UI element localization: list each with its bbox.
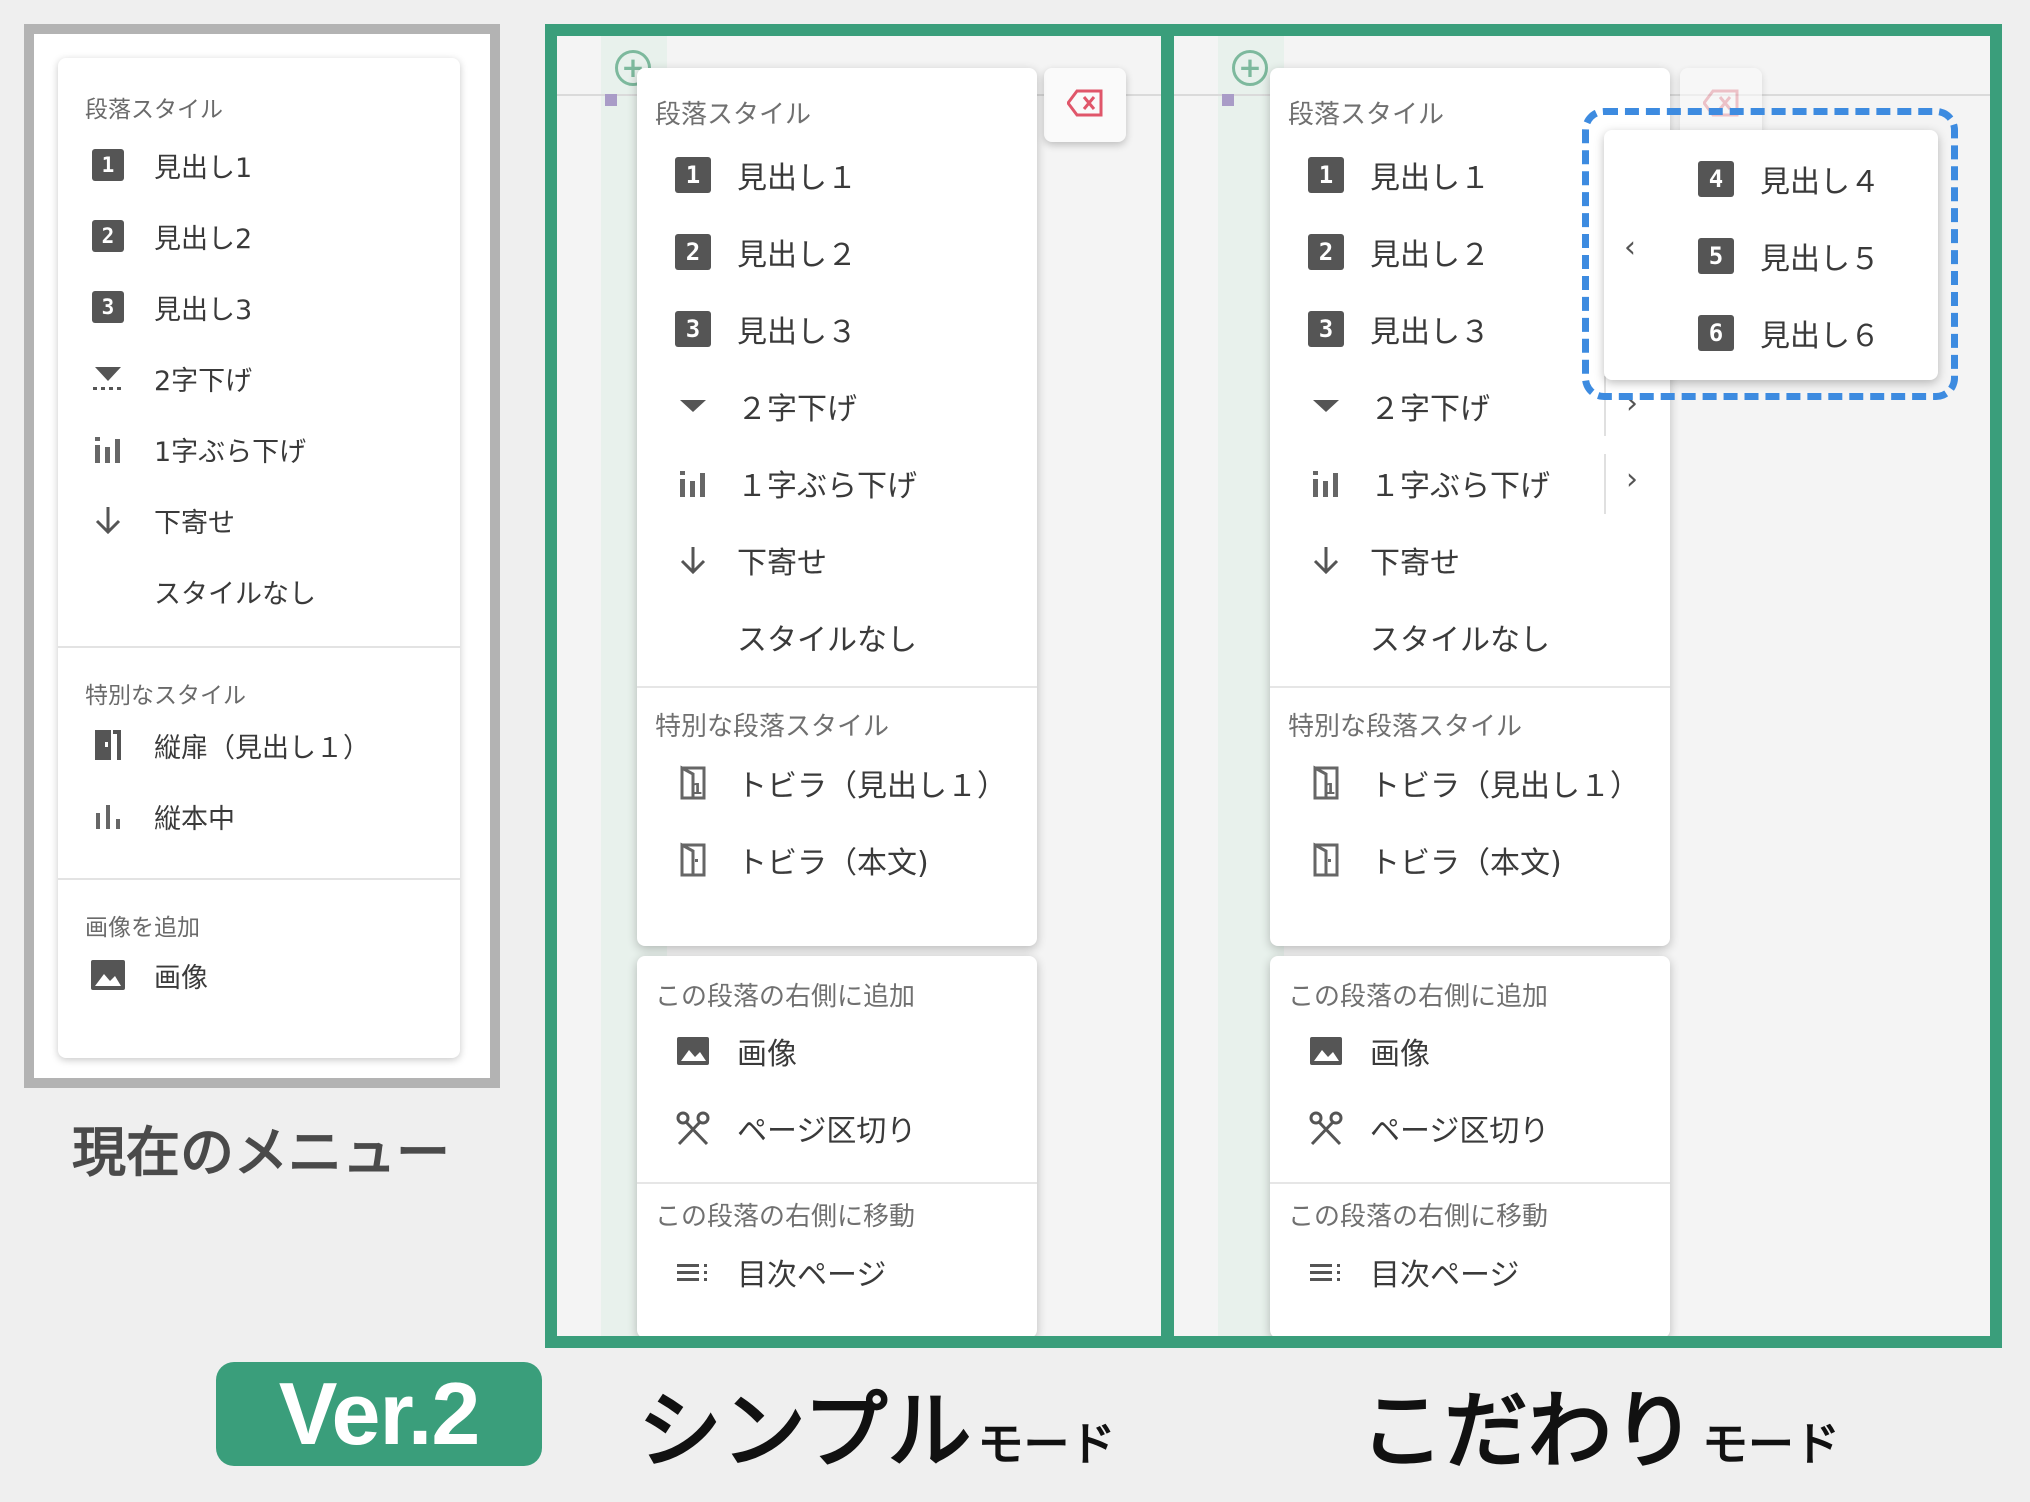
version-badge: Ver.2 (216, 1362, 542, 1466)
menu-item-door-body[interactable]: トビラ（本文) (673, 835, 929, 885)
heading-2-icon: 2 (88, 216, 128, 256)
menu-item-heading-1[interactable]: 1 見出し１ (1306, 150, 1490, 200)
detail-mode-frame: + 段落スタイル 1 見出し１ 2 見出し２ 3 見出し３ ２字下げ › １字ぶ… (1162, 24, 2002, 1348)
svg-text:1: 1 (1325, 780, 1335, 798)
triangle-down-icon (673, 386, 713, 426)
menu-item-vertical-door[interactable]: 縦扉（見出し１） (88, 722, 418, 768)
add-paragraph-icon[interactable]: + (1232, 50, 1268, 86)
arrow-down-icon (673, 540, 713, 580)
menu-item-page-break[interactable]: ページ区切り (673, 1103, 916, 1153)
menu-item-hanging-indent[interactable]: １字ぶら下げ (1306, 458, 1550, 508)
toc-icon (1306, 1252, 1346, 1292)
hanging-indent-icon (1306, 463, 1346, 503)
heading-3-icon: 3 (88, 287, 128, 327)
image-icon (1306, 1031, 1346, 1071)
menu-item-indent-2[interactable]: ２字下げ (673, 381, 857, 431)
menu-item-align-bottom[interactable]: 下寄せ (88, 497, 418, 543)
menu-item-align-bottom[interactable]: 下寄せ (673, 535, 827, 585)
menu-item-indent-2[interactable]: ２字下げ (1306, 381, 1490, 431)
door-heading-icon: 1 (673, 763, 713, 803)
section-heading-paragraph-style: 段落スタイル (85, 97, 223, 123)
divider (637, 686, 1037, 688)
add-move-menu-simple: この段落の右側に追加 画像 ページ区切り この段落の右側に移動 目次ページ (637, 956, 1037, 1336)
toc-icon (673, 1252, 713, 1292)
caption-current-menu: 現在のメニュー (72, 1121, 450, 1184)
heading-1-icon: 1 (673, 155, 713, 195)
scissors-icon (673, 1108, 713, 1148)
divider (1270, 1182, 1670, 1184)
divider (1270, 686, 1670, 688)
menu-item-no-style[interactable]: スタイルなし (1306, 612, 1550, 662)
menu-item-heading-2[interactable]: 2 見出し2 (88, 213, 418, 259)
simple-mode-frame: + 段落スタイル 1 見出し１ 2 見出し２ 3 見出し３ ２字下げ １字ぶら下… (545, 24, 1173, 1348)
menu-item-heading-3[interactable]: 3 見出し3 (88, 284, 418, 330)
menu-item-toc-page[interactable]: 目次ページ (1306, 1247, 1519, 1297)
heading-submenu: ‹ 4 見出し４ 5 見出し５ 6 見出し６ (1604, 130, 1938, 380)
arrow-down-icon (88, 500, 128, 540)
door-body-icon (1306, 840, 1346, 880)
menu-item-heading-2[interactable]: 2 見出し２ (1306, 227, 1490, 277)
heading-1-icon: 1 (1306, 155, 1346, 195)
heading-1-icon: 1 (88, 145, 128, 185)
chevron-left-icon[interactable]: ‹ (1624, 230, 1636, 265)
indent-2-icon (88, 358, 128, 398)
arrow-down-icon (1306, 540, 1346, 580)
menu-item-align-bottom[interactable]: 下寄せ (1306, 535, 1460, 585)
image-icon (88, 955, 128, 995)
caption-simple-mode: シンプル モード (638, 1382, 1116, 1480)
add-move-menu-detail: この段落の右側に追加 画像 ページ区切り この段落の右側に移動 目次ページ (1270, 956, 1670, 1336)
heading-6-icon: 6 (1696, 313, 1736, 353)
menu-item-heading-4[interactable]: 4 見出し４ (1696, 154, 1880, 204)
menu-item-vertical-center[interactable]: 縦本中 (88, 793, 418, 839)
menu-item-toc-page[interactable]: 目次ページ (673, 1247, 886, 1297)
menu-item-add-image[interactable]: 画像 (673, 1026, 797, 1076)
bar-chart-icon (88, 796, 128, 836)
triangle-down-icon (1306, 386, 1346, 426)
section-heading-special-style: 特別なスタイル (85, 683, 246, 709)
heading-2-icon: 2 (1306, 232, 1346, 272)
menu-item-door-body[interactable]: トビラ（本文) (1306, 835, 1562, 885)
heading-2-icon: 2 (673, 232, 713, 272)
hanging-indent-icon (88, 429, 128, 469)
menu-item-heading-5[interactable]: 5 見出し５ (1696, 231, 1880, 281)
divider (58, 878, 460, 880)
menu-item-image[interactable]: 画像 (88, 952, 418, 998)
menu-item-heading-1[interactable]: 1 見出し１ (673, 150, 857, 200)
divider (637, 1182, 1037, 1184)
current-menu-frame: 段落スタイル 1 見出し1 2 見出し2 3 見出し3 2字下げ 1字ぶら下げ (24, 24, 500, 1088)
menu-item-indent-2[interactable]: 2字下げ (88, 355, 418, 401)
menu-item-heading-1[interactable]: 1 見出し1 (88, 142, 418, 188)
caption-detail-mode: こだわり モード (1360, 1382, 1841, 1480)
door-icon (88, 725, 128, 765)
menu-item-hanging-indent[interactable]: 1字ぶら下げ (88, 426, 418, 472)
menu-item-heading-3[interactable]: 3 見出し３ (673, 304, 857, 354)
door-heading-icon: 1 (1306, 763, 1346, 803)
scissors-icon (1306, 1108, 1346, 1148)
current-menu-card: 段落スタイル 1 見出し1 2 見出し2 3 見出し3 2字下げ 1字ぶら下げ (58, 58, 460, 1058)
backspace-icon (1066, 89, 1103, 121)
chevron-right-icon[interactable]: › (1626, 462, 1638, 497)
section-heading-add-image: 画像を追加 (85, 915, 200, 941)
heading-3-icon: 3 (1306, 309, 1346, 349)
hanging-indent-icon (673, 463, 713, 503)
menu-item-hanging-indent[interactable]: １字ぶら下げ (673, 458, 917, 508)
delete-button[interactable] (1044, 68, 1126, 142)
menu-item-no-style[interactable]: スタイルなし (673, 612, 917, 662)
menu-item-door-heading[interactable]: 1 トビラ（見出し１） (673, 758, 1007, 808)
heading-3-icon: 3 (673, 309, 713, 349)
menu-item-heading-2[interactable]: 2 見出し２ (673, 227, 857, 277)
menu-item-door-heading[interactable]: 1 トビラ（見出し１） (1306, 758, 1640, 808)
heading-5-icon: 5 (1696, 236, 1736, 276)
image-icon (673, 1031, 713, 1071)
svg-text:1: 1 (692, 780, 702, 798)
menu-item-page-break[interactable]: ページ区切り (1306, 1103, 1549, 1153)
menu-item-add-image[interactable]: 画像 (1306, 1026, 1430, 1076)
door-body-icon (673, 840, 713, 880)
heading-4-icon: 4 (1696, 159, 1736, 199)
menu-item-no-style[interactable]: スタイルなし (88, 568, 418, 614)
menu-item-heading-3[interactable]: 3 見出し３ (1306, 304, 1490, 354)
menu-item-heading-6[interactable]: 6 見出し６ (1696, 308, 1880, 358)
paragraph-menu-simple: 段落スタイル 1 見出し１ 2 見出し２ 3 見出し３ ２字下げ １字ぶら下げ … (637, 68, 1037, 946)
divider (58, 646, 460, 648)
